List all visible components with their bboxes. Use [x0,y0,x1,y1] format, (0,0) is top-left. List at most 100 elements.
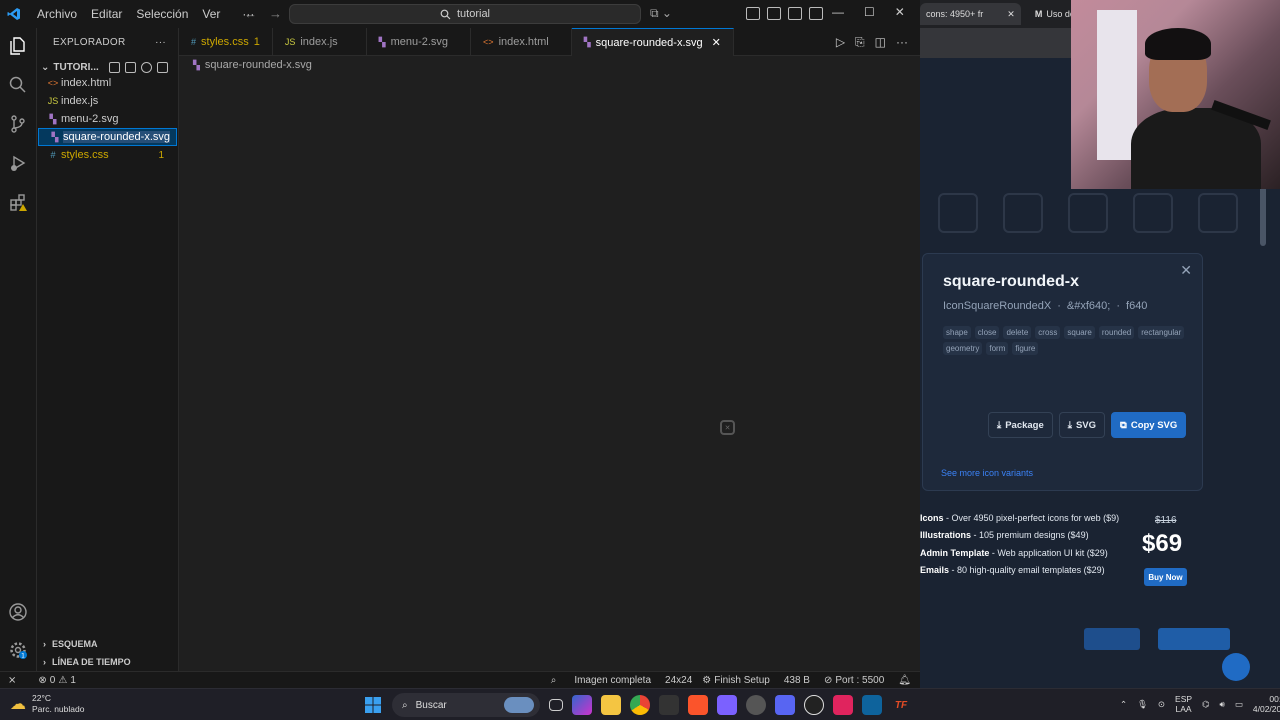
tab-close-icon[interactable]: ✕ [712,36,721,49]
tag[interactable]: figure [1012,342,1039,355]
zoom-icon[interactable]: ⌕ [546,675,562,686]
copy-svg-button[interactable]: ⧉ Copy SVG [1111,412,1187,438]
menu-ver[interactable]: Ver [195,7,227,21]
weather-widget[interactable]: ☁ 22°C Parc. nublado [10,693,84,715]
new-file-icon[interactable] [109,61,120,73]
file-index-js[interactable]: JS index.js [37,92,178,110]
customize-layout-icon[interactable] [746,7,760,20]
tiktok-icon[interactable] [833,695,853,715]
chrome-icon[interactable] [630,695,650,715]
download-svg-button[interactable]: ⤓ SVG [1058,412,1106,438]
copilot-app-icon[interactable] [572,695,592,715]
source-control-icon[interactable] [6,112,30,136]
network-icon[interactable]: ⌬ [1202,699,1209,710]
tab-index-js[interactable]: JS index.js [273,28,367,56]
language-indicator[interactable]: ESP LAA [1175,694,1192,714]
page-scrollbar[interactable] [1260,186,1266,246]
component-name[interactable]: IconSquareRoundedX [943,300,1051,312]
grid-icon-tile[interactable] [1133,193,1173,233]
battery-icon[interactable]: ▭ [1235,699,1243,710]
blurred-button[interactable] [1158,628,1230,650]
volume-icon[interactable]: 🔊︎ [1219,699,1224,710]
promo-item[interactable]: Emails - 80 high-quality email templates… [920,562,1130,579]
chevron-up-icon[interactable]: ⌃ [1120,699,1127,710]
file-square-rounded-x-svg[interactable]: ▚ square-rounded-x.svg [38,128,177,146]
refresh-icon[interactable] [141,61,152,73]
tab-styles-css[interactable]: # styles.css 1 [179,28,273,56]
location-icon[interactable]: ⊙ [1158,699,1165,710]
outline-section[interactable]: › ESQUEMA [37,635,179,653]
grid-icon-tile[interactable] [938,193,978,233]
tag[interactable]: form [986,342,1009,355]
file-index-html[interactable]: <> index.html [37,74,178,92]
toggle-secondary-sidebar-icon[interactable] [809,7,823,20]
explorer-more-button[interactable]: ··· [155,37,166,48]
problems-indicator[interactable]: ⊗ 0 ⚠ 1 [33,675,80,686]
tag[interactable]: square [1064,326,1095,339]
settings-gear-icon[interactable]: 1 [6,638,30,662]
close-window-icon[interactable]: ✕ [895,5,905,19]
remote-icon[interactable]: ⨯ [0,675,21,686]
tf-app-icon[interactable]: TF [891,695,911,715]
taskbar-search[interactable]: ⌕ Buscar [392,693,540,717]
browser-tab-close-icon[interactable]: ✕ [1007,9,1015,20]
tab-square-rounded-x-svg[interactable]: ▚ square-rounded-x.svg ✕ [571,28,734,56]
breadcrumb-file[interactable]: square-rounded-x.svg [205,59,312,71]
open-changes-icon[interactable]: ⎘ [855,35,865,50]
app-icon[interactable] [717,695,737,715]
vscode-taskbar-icon[interactable] [862,695,882,715]
file-styles-css[interactable]: # styles.css 1 [37,146,178,164]
promo-item[interactable]: Illustrations - 105 premium designs ($49… [920,527,1130,544]
see-more-variants-link[interactable]: See more icon variants [941,468,1033,478]
file-explorer-icon[interactable] [601,695,621,715]
image-mode[interactable]: Imagen completa [569,675,656,686]
tag[interactable]: rectangular [1138,326,1185,339]
promo-item[interactable]: Icons - Over 4950 pixel-perfect icons fo… [920,510,1130,527]
run-icon[interactable]: ▷ [836,35,845,50]
split-editor-icon[interactable]: ◫ [875,35,886,50]
copilot-icon[interactable]: ⧉ ⌄ [650,6,672,21]
scroll-top-button[interactable] [1222,653,1250,681]
buy-now-button[interactable]: Buy Now [1144,568,1187,586]
grid-icon-tile[interactable] [1003,193,1043,233]
unicode-code[interactable]: f640 [1126,300,1147,312]
finish-setup[interactable]: ⚙ Finish Setup [697,675,775,686]
menu-editar[interactable]: Editar [84,7,129,21]
maximize-icon[interactable]: ☐ [864,5,875,19]
terminal-app-icon[interactable] [659,695,679,715]
tab-index-html[interactable]: <> index.html [471,28,572,56]
extensions-icon[interactable] [6,190,30,214]
discord-icon[interactable] [775,695,795,715]
clock[interactable]: 00:57 4/02/2026 [1253,694,1280,714]
microphone-icon[interactable]: 🎙︎ [1137,699,1148,710]
menu-archivo[interactable]: Archivo [30,7,84,21]
blurred-button[interactable] [1084,628,1140,650]
file-name-rename-input[interactable]: square-rounded-x.svg [63,131,171,143]
tag[interactable]: geometry [943,342,983,355]
settings-app-icon[interactable] [746,695,766,715]
grid-icon-tile[interactable] [1198,193,1238,233]
tag[interactable]: shape [943,326,971,339]
tab-menu-2-svg[interactable]: ▚ menu-2.svg [367,28,472,56]
task-view-icon[interactable] [549,699,563,711]
menu-seleccion[interactable]: Selección [129,7,195,21]
forward-arrow-icon[interactable]: → [269,6,282,21]
new-folder-icon[interactable] [125,61,136,73]
live-server-port[interactable]: ⊘ Port : 5500 [819,675,889,686]
modal-close-icon[interactable]: ✕ [1180,262,1192,279]
search-view-icon[interactable] [6,73,30,97]
command-center[interactable]: tutorial [289,4,641,24]
notifications-bell-icon[interactable]: 🔔︎ [893,675,916,686]
minimize-icon[interactable]: — [832,5,844,19]
account-icon[interactable] [6,600,30,624]
tag[interactable]: delete [1003,326,1032,339]
back-arrow-icon[interactable]: ← [244,6,257,21]
collapse-all-icon[interactable] [157,61,168,73]
brave-icon[interactable] [688,695,708,715]
tag[interactable]: rounded [1098,326,1135,339]
html-entity[interactable]: &#xf640; [1067,300,1110,312]
package-button[interactable]: ⤓ Package [988,412,1053,438]
more-actions-icon[interactable]: ··· [896,35,908,50]
tag[interactable]: close [974,326,1000,339]
browser-tab-tabler-icons[interactable]: cons: 4950+ fr ✕ [920,3,1021,25]
